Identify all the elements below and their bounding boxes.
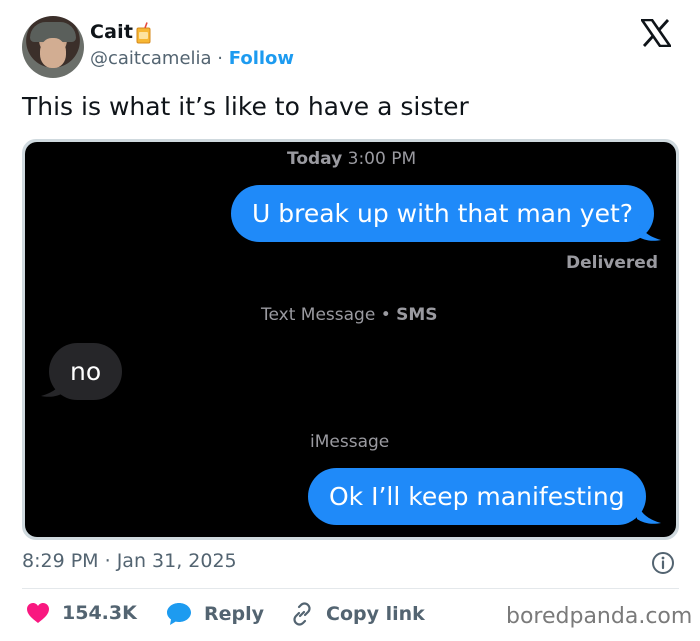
handle-separator: ·: [217, 48, 224, 69]
sms-label-text: Text Message: [261, 305, 376, 325]
sms-separator: •: [380, 305, 391, 325]
reply-button[interactable]: Reply: [166, 602, 264, 626]
message-screenshot: Today 3:00 PM U break up with that man y…: [25, 142, 676, 537]
reply-label: Reply: [204, 603, 265, 625]
copy-link-label: Copy link: [326, 603, 425, 625]
imessage-label: iMessage: [310, 432, 390, 452]
message-bubble-sent: U break up with that man yet?: [231, 185, 655, 242]
watermark: boredpanda.com: [506, 604, 693, 629]
tweet-timestamp[interactable]: 8:29 PM · Jan 31, 2025: [22, 550, 237, 572]
copy-link-button[interactable]: Copy link: [290, 602, 425, 626]
delivered-status: Delivered: [566, 253, 658, 273]
tweet-text: This is what it’s like to have a sister: [22, 92, 469, 121]
message-text: U break up with that man yet?: [252, 199, 634, 228]
timestamp-separator: ·: [104, 550, 111, 572]
avatar[interactable]: [22, 16, 84, 78]
handle-row: @caitcamelia · Follow: [90, 48, 294, 69]
tweet-date: Jan 31, 2025: [116, 550, 237, 572]
tweet-time: 8:29 PM: [22, 550, 99, 572]
like-count: 154.3K: [62, 602, 137, 624]
bubble-tail: [637, 503, 661, 524]
media-attachment[interactable]: Today 3:00 PM U break up with that man y…: [22, 139, 679, 540]
message-text: no: [70, 357, 102, 386]
message-bubble-sent: Ok I’ll keep manifesting: [308, 468, 646, 525]
message-text: Ok I’ll keep manifesting: [329, 482, 625, 511]
reply-bubble-icon: [167, 603, 191, 625]
heart-icon: [27, 603, 49, 623]
like-button[interactable]: 154.3K: [26, 602, 137, 624]
juice-box-emoji: [136, 22, 151, 44]
author-name[interactable]: Cait: [90, 21, 133, 43]
sms-type: SMS: [396, 305, 438, 325]
x-logo-icon[interactable]: [641, 19, 671, 47]
link-icon: [293, 602, 311, 626]
divider: [22, 588, 679, 589]
timestamp-day: Today: [287, 149, 343, 169]
follow-button[interactable]: Follow: [229, 48, 294, 69]
message-bubble-received: no: [49, 343, 123, 400]
conversation-timestamp: Today 3:00 PM: [287, 149, 416, 169]
timestamp-time: 3:00 PM: [347, 149, 417, 169]
info-icon[interactable]: [651, 551, 675, 575]
bubble-tail: [637, 220, 661, 241]
author-handle[interactable]: @caitcamelia: [90, 48, 212, 69]
sms-label: Text Message • SMS: [261, 305, 438, 325]
avatar-face: [40, 38, 66, 68]
